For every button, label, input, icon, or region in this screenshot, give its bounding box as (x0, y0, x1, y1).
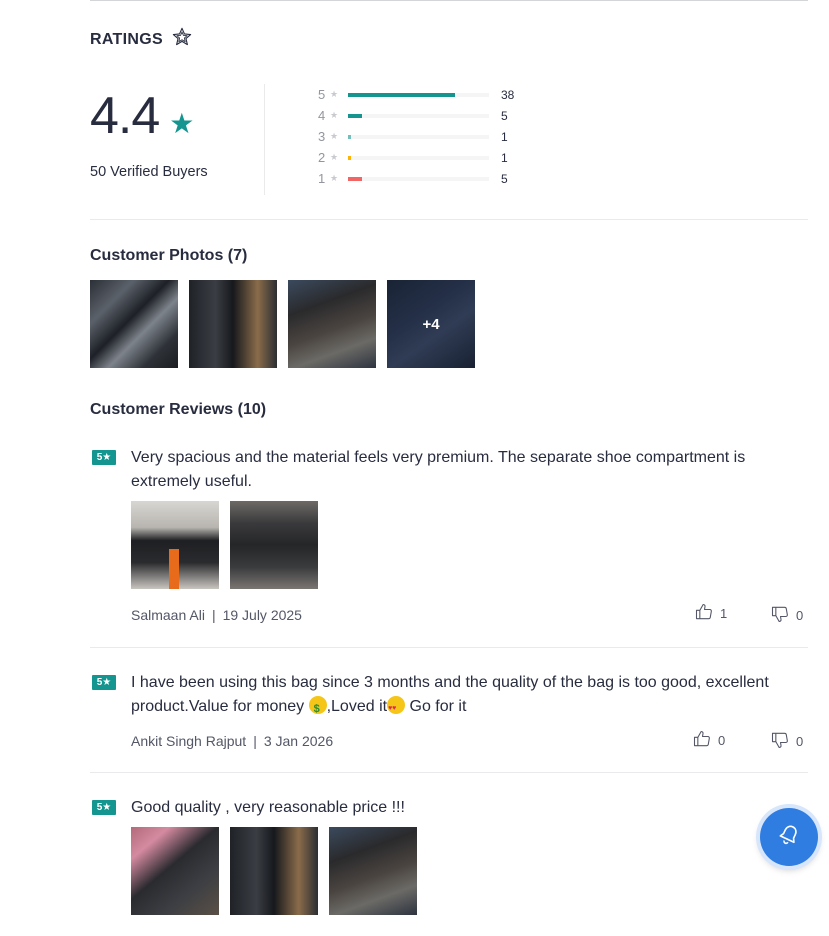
small-star-icon: ★ (330, 173, 339, 183)
histogram-count: 1 (501, 150, 508, 165)
like-count: 1 (720, 606, 728, 621)
small-star-icon: ★ (330, 110, 339, 120)
review-divider (90, 772, 808, 773)
histogram-level: 2 (318, 150, 326, 165)
histogram-count: 5 (501, 108, 508, 123)
review-text: I have been using this bag since 3 month… (131, 671, 808, 721)
review-item: 5★ I have been using this bag since 3 mo… (90, 671, 808, 721)
histogram-level: 4 (318, 108, 326, 123)
average-rating: 4.4 (90, 87, 160, 145)
histogram-row: 2 ★ 1 (318, 147, 514, 168)
histogram-track (348, 92, 489, 97)
dislike-count: 0 (796, 734, 804, 749)
bell-icon (777, 823, 801, 852)
heart-eyes-emoji-icon (387, 696, 406, 721)
small-star-icon: ★ (330, 152, 339, 162)
overall-rating: 4.4 ★ 50 Verified Buyers (90, 86, 265, 180)
customer-reviews-title: Customer Reviews (10) (90, 401, 267, 418)
customer-photos-strip: +4 (90, 280, 475, 368)
dislike-button[interactable]: 0 (770, 730, 803, 753)
more-photos-button[interactable]: +4 (387, 280, 475, 368)
histogram-bar (348, 155, 351, 160)
review-text-part: ,Loved it (326, 698, 388, 715)
review-photo[interactable] (230, 501, 318, 589)
review-date: 19 July 2025 (222, 607, 302, 623)
histogram-count: 1 (501, 129, 508, 144)
customer-photo[interactable] (288, 280, 376, 368)
more-photos-label: +4 (387, 280, 475, 368)
review-photo[interactable] (131, 501, 219, 589)
review-photo[interactable] (131, 827, 219, 915)
review-rating-badge: 5★ (92, 675, 116, 690)
histogram-track (348, 176, 489, 181)
customer-photo[interactable] (90, 280, 178, 368)
like-button[interactable]: 0 (692, 729, 725, 752)
section-divider (90, 219, 808, 220)
dislike-button[interactable]: 0 (770, 604, 803, 627)
meta-separator: | (211, 607, 216, 623)
histogram-count: 5 (501, 171, 508, 186)
histogram-row: 1 ★ 5 (318, 168, 514, 189)
histogram-bar (348, 92, 455, 97)
rating-divider (264, 84, 265, 195)
histogram-track (348, 155, 489, 160)
ratings-header: RATINGS (90, 26, 193, 53)
customer-photos-title: Customer Photos (7) (90, 247, 248, 264)
verified-buyers-count: 50 Verified Buyers (90, 164, 208, 180)
histogram-row: 4 ★ 5 (318, 105, 514, 126)
histogram-bar (348, 134, 351, 139)
small-star-icon: ★ (330, 131, 339, 141)
histogram-track (348, 113, 489, 118)
dislike-count: 0 (796, 608, 804, 623)
ratings-title: RATINGS (90, 30, 163, 48)
notification-fab-button[interactable] (760, 808, 818, 866)
review-rating-badge: 5★ (92, 800, 116, 815)
meta-separator: | (253, 733, 257, 749)
bag-strap (169, 549, 179, 589)
small-star-icon: ★ (330, 89, 339, 99)
thumbs-up-icon (694, 602, 714, 625)
review-item: 5★ Good quality , very reasonable price … (90, 796, 808, 915)
top-divider (90, 0, 808, 1)
histogram-count: 38 (501, 87, 515, 102)
histogram-level: 5 (318, 87, 326, 102)
histogram-level: 3 (318, 129, 326, 144)
review-text: Very spacious and the material feels ver… (131, 449, 746, 490)
rating-star-icon: ★ (169, 108, 195, 139)
histogram-level: 1 (318, 171, 326, 186)
review-item: 5★ Very spacious and the material feels … (90, 446, 808, 589)
review-images (131, 501, 808, 589)
review-meta: Salmaan Ali | 19 July 2025 (131, 607, 302, 623)
review-divider (90, 647, 808, 648)
review-text-part: Go for it (405, 698, 467, 715)
like-count: 0 (718, 733, 726, 748)
histogram-track (348, 134, 489, 139)
review-author: Salmaan Ali (131, 607, 205, 623)
like-button[interactable]: 1 (694, 602, 727, 625)
money-mouth-emoji-icon (308, 696, 327, 721)
histogram-row: 5 ★ 38 (318, 84, 514, 105)
thumbs-down-icon (770, 604, 790, 627)
thumbs-up-icon (692, 729, 712, 752)
star-outline-icon (171, 26, 193, 53)
review-photo[interactable] (230, 827, 318, 915)
review-meta: Ankit Singh Rajput | 3 Jan 2026 (131, 733, 333, 749)
customer-photo[interactable] (189, 280, 277, 368)
histogram-row: 3 ★ 1 (318, 126, 514, 147)
review-images (131, 827, 808, 915)
review-rating-badge: 5★ (92, 450, 116, 465)
review-photo[interactable] (329, 827, 417, 915)
thumbs-down-icon (770, 730, 790, 753)
review-author: Ankit Singh Rajput (131, 733, 247, 749)
review-date: 3 Jan 2026 (263, 733, 334, 749)
histogram-bar (348, 113, 362, 118)
review-text: Good quality , very reasonable price !!! (131, 799, 405, 816)
rating-histogram: 5 ★ 38 4 ★ 5 3 ★ 1 2 ★ 1 1 ★ 5 (318, 84, 514, 189)
histogram-bar (348, 176, 362, 181)
